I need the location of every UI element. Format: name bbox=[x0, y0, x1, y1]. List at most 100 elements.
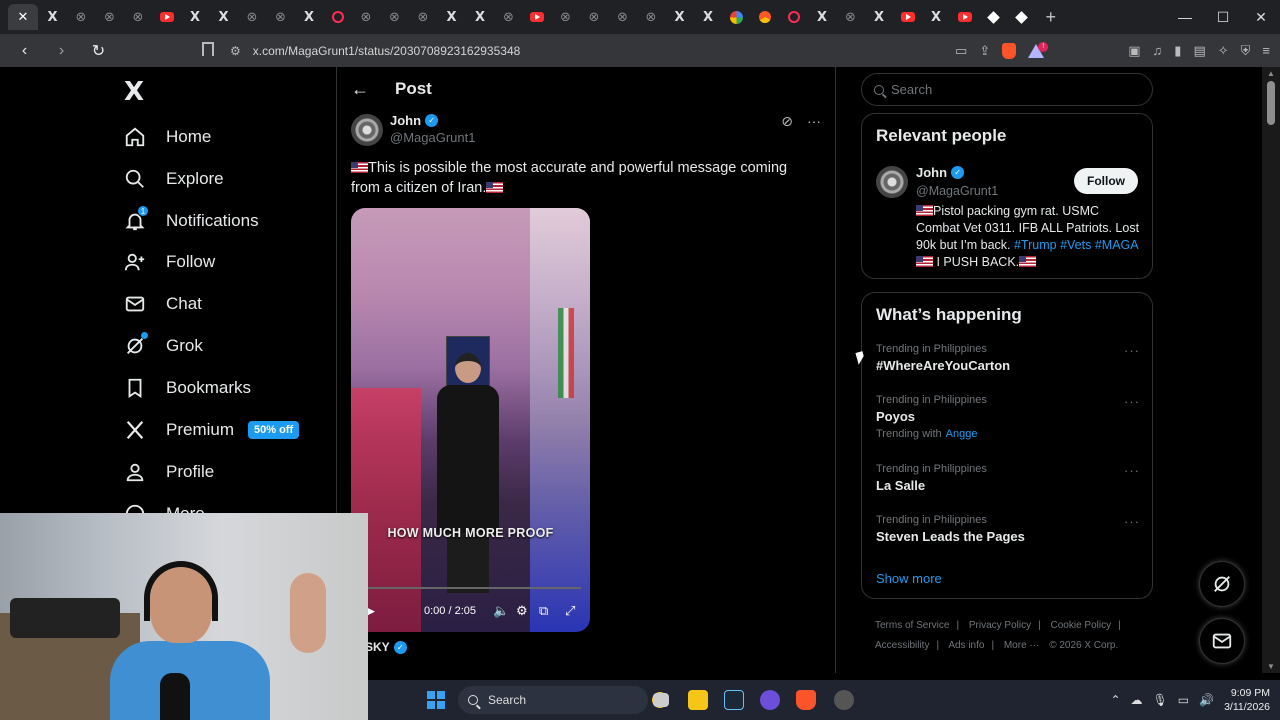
cast-icon[interactable]: ▭ bbox=[955, 43, 967, 59]
trend-more-icon[interactable]: ··· bbox=[1124, 343, 1140, 358]
new-tab-icon[interactable]: + bbox=[1046, 7, 1057, 28]
browser-tab[interactable] bbox=[780, 4, 808, 30]
search-input[interactable]: Search bbox=[861, 73, 1153, 106]
scroll-up-icon[interactable]: ▲ bbox=[1267, 69, 1275, 78]
brave-shield-icon[interactable] bbox=[1002, 42, 1017, 59]
browser-tab[interactable]: ⊗ bbox=[352, 4, 380, 30]
browser-tab[interactable] bbox=[723, 4, 751, 30]
nav-grok[interactable]: Grok bbox=[122, 331, 203, 361]
music-icon[interactable]: ♫ bbox=[1153, 43, 1163, 58]
browser-tab[interactable]: ⊗ bbox=[267, 4, 295, 30]
browser-tab[interactable]: ⊗ bbox=[238, 4, 266, 30]
speaker-icon[interactable]: 🔊 bbox=[1199, 693, 1214, 707]
grok-explain-icon[interactable]: ⊘ bbox=[781, 113, 793, 130]
clock[interactable]: 9:09 PM 3/11/2026 bbox=[1224, 686, 1270, 714]
back-icon[interactable]: ‹ bbox=[12, 42, 37, 60]
browser-tab[interactable]: ⊗ bbox=[609, 4, 637, 30]
taskbar-search[interactable]: Search bbox=[458, 686, 648, 714]
relevant-person-handle[interactable]: @MagaGrunt1 bbox=[916, 184, 998, 198]
microphone-icon[interactable]: 🎙 bbox=[1153, 693, 1168, 707]
browser-tab-active[interactable]: ✕ bbox=[8, 4, 38, 30]
browser-tab[interactable] bbox=[951, 4, 979, 30]
video-player[interactable]: HOW MUCH MORE PROOF ▶ 0:00 / 2:05 🔈 ⚙ ⧉ … bbox=[351, 208, 590, 632]
vpn-icon[interactable]: ⛨ bbox=[1241, 43, 1251, 59]
more-link[interactable]: More ··· bbox=[1004, 640, 1040, 651]
browser-tab[interactable]: X bbox=[181, 4, 209, 30]
nav-premium[interactable]: Premium 50% off bbox=[122, 415, 300, 445]
browser-tab[interactable] bbox=[153, 4, 181, 30]
cookie-link[interactable]: Cookie Policy bbox=[1051, 620, 1112, 631]
relevant-person-name[interactable]: John ✓ bbox=[916, 165, 965, 180]
volume-icon[interactable]: 🔈 bbox=[493, 603, 509, 619]
url-field[interactable]: ⚙ x.com/MagaGrunt1/status/20307089231629… bbox=[230, 34, 520, 67]
hashtag-link[interactable]: #MAGA bbox=[1095, 238, 1138, 252]
browser-tab[interactable] bbox=[894, 4, 922, 30]
trend-item[interactable]: Trending in Philippines Poyos Trending w… bbox=[876, 394, 1140, 440]
app-icon[interactable] bbox=[834, 690, 854, 710]
windows-start-icon[interactable] bbox=[427, 691, 445, 709]
show-more-link[interactable]: Show more bbox=[876, 571, 942, 586]
wallet-icon[interactable]: ▤ bbox=[1193, 43, 1205, 59]
next-post-author[interactable]: SKY ✓ bbox=[365, 640, 407, 654]
trend-item[interactable]: Trending in Philippines La Salle ··· bbox=[876, 463, 1140, 493]
accessibility-link[interactable]: Accessibility bbox=[875, 640, 929, 651]
chevron-up-icon[interactable]: ⌃ bbox=[1110, 693, 1120, 707]
browser-tab[interactable]: ⊗ bbox=[637, 4, 665, 30]
browser-tab[interactable]: ⊗ bbox=[580, 4, 608, 30]
browser-tab[interactable]: ⊗ bbox=[837, 4, 865, 30]
author-handle[interactable]: @MagaGrunt1 bbox=[390, 130, 475, 145]
avatar[interactable] bbox=[351, 114, 383, 146]
author-name[interactable]: John bbox=[390, 113, 421, 128]
ads-info-link[interactable]: Ads info bbox=[948, 640, 984, 651]
close-window-icon[interactable]: ✕ bbox=[1242, 9, 1280, 26]
fullscreen-icon[interactable]: ⤢ bbox=[565, 603, 575, 619]
nav-explore[interactable]: Explore bbox=[122, 164, 224, 194]
pip-icon[interactable]: ⧉ bbox=[539, 603, 548, 619]
trend-item[interactable]: Trending in Philippines Steven Leads the… bbox=[876, 514, 1140, 544]
browser-tab[interactable]: X bbox=[865, 4, 893, 30]
browser-tab[interactable]: X bbox=[295, 4, 323, 30]
sidebar-toggle-icon[interactable]: ▣ bbox=[1128, 43, 1140, 59]
onedrive-icon[interactable]: ☁ bbox=[1131, 693, 1143, 707]
nav-follow[interactable]: Follow bbox=[122, 247, 215, 277]
hashtag-link[interactable]: #Trump bbox=[1014, 238, 1057, 252]
task-view-icon[interactable] bbox=[653, 693, 669, 707]
grok-fab-button[interactable] bbox=[1199, 561, 1245, 607]
page-scrollbar[interactable]: ▲ ▼ bbox=[1262, 67, 1280, 673]
avatar[interactable] bbox=[876, 166, 908, 198]
chat-app-icon[interactable] bbox=[760, 690, 780, 710]
nav-chat[interactable]: Chat bbox=[122, 289, 202, 319]
browser-tab[interactable] bbox=[523, 4, 551, 30]
reload-icon[interactable]: ↻ bbox=[86, 41, 111, 61]
browser-tab[interactable]: X bbox=[922, 4, 950, 30]
browser-tab[interactable] bbox=[1008, 4, 1036, 30]
brave-browser-icon[interactable] bbox=[796, 690, 816, 710]
browser-tab[interactable]: ⊗ bbox=[381, 4, 409, 30]
terms-link[interactable]: Terms of Service bbox=[875, 620, 949, 631]
trend-with-link[interactable]: Angge bbox=[946, 428, 978, 440]
video-progress-bar[interactable] bbox=[361, 587, 581, 589]
nav-profile[interactable]: Profile bbox=[122, 457, 214, 487]
browser-tab[interactable]: ⊗ bbox=[552, 4, 580, 30]
forward-icon[interactable]: › bbox=[49, 42, 74, 60]
brave-rewards-icon[interactable]: ! bbox=[1028, 41, 1049, 58]
trend-more-icon[interactable]: ··· bbox=[1124, 514, 1140, 529]
browser-tab[interactable]: X bbox=[466, 4, 494, 30]
settings-icon[interactable]: ⚙ bbox=[516, 603, 528, 619]
nav-bookmarks[interactable]: Bookmarks bbox=[122, 373, 251, 403]
site-settings-icon[interactable]: ⚙ bbox=[230, 44, 241, 58]
minimize-icon[interactable]: — bbox=[1166, 9, 1204, 25]
browser-tab[interactable]: ⊗ bbox=[124, 4, 152, 30]
browser-tab[interactable]: X bbox=[666, 4, 694, 30]
follow-button[interactable]: Follow bbox=[1074, 168, 1138, 194]
x-logo[interactable]: X bbox=[124, 77, 144, 107]
browser-tab[interactable]: ⊗ bbox=[96, 4, 124, 30]
trend-more-icon[interactable]: ··· bbox=[1124, 463, 1140, 478]
leo-icon[interactable]: ✧ bbox=[1218, 43, 1229, 59]
hashtag-link[interactable]: #Vets bbox=[1060, 238, 1091, 252]
messages-fab-button[interactable] bbox=[1199, 618, 1245, 664]
privacy-link[interactable]: Privacy Policy bbox=[969, 620, 1031, 631]
menu-icon[interactable]: ≡ bbox=[1262, 43, 1270, 58]
trend-more-icon[interactable]: ··· bbox=[1124, 394, 1140, 409]
maximize-icon[interactable]: ☐ bbox=[1204, 9, 1242, 26]
